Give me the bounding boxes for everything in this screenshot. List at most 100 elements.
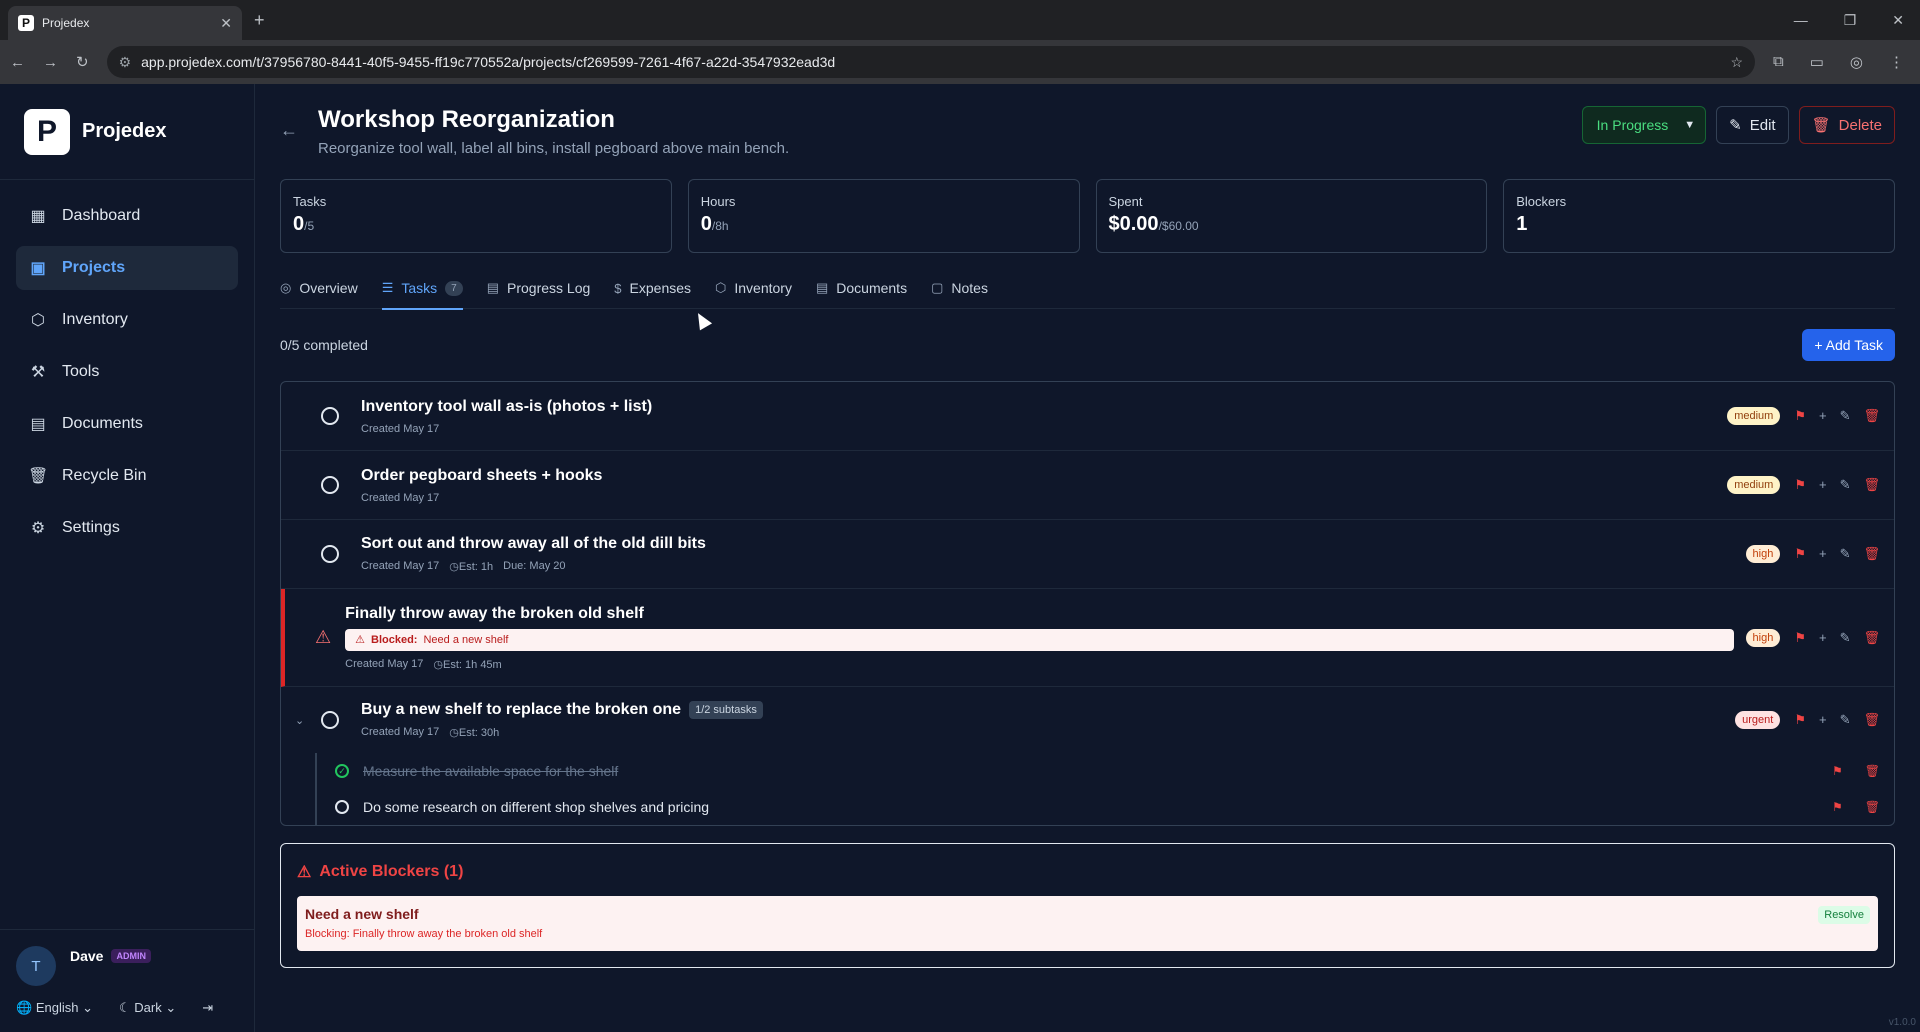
task-row[interactable]: ⌄ Buy a new shelf to replace the broken … <box>281 687 1894 753</box>
sidebar-item-dashboard[interactable]: ▦ Dashboard <box>16 194 238 238</box>
completion-count: 0/5 completed <box>280 337 368 353</box>
theme-select[interactable]: ☾ Dark ⌄ <box>119 1000 176 1016</box>
address-bar[interactable]: ⚙ app.projedex.com/t/37956780-8441-40f5-… <box>106 46 1755 78</box>
stat-number: $0.00 <box>1108 213 1159 235</box>
close-tab-icon[interactable]: ✕ <box>220 15 232 32</box>
stat-number: 1 <box>1516 213 1528 235</box>
pencil-icon[interactable]: ✎ <box>1840 477 1851 493</box>
add-subtask-icon[interactable]: + <box>1819 408 1827 424</box>
brand[interactable]: P Projedex <box>0 84 254 180</box>
blocker-name: Need a new shelf <box>305 906 419 922</box>
tab-inventory[interactable]: ⬡ Inventory <box>715 267 792 309</box>
tab-documents[interactable]: ▤ Documents <box>816 267 907 309</box>
browser-menu-icon[interactable]: ⋮ <box>1889 53 1904 71</box>
logout-icon[interactable]: ⇥ <box>202 1000 213 1016</box>
browser-tab[interactable]: P Projedex ✕ <box>8 6 242 40</box>
task-checkbox[interactable] <box>321 407 339 425</box>
back-arrow-icon[interactable]: ← <box>280 120 298 141</box>
trash-icon[interactable]: 🗑 <box>1863 408 1880 424</box>
tab-expenses[interactable]: $ Expenses <box>614 267 691 309</box>
pencil-icon[interactable]: ✎ <box>1840 712 1851 728</box>
pencil-icon[interactable]: ✎ <box>1840 546 1851 562</box>
profile-icon[interactable]: ◎ <box>1850 53 1863 71</box>
tab-search-icon[interactable]: ▭ <box>1810 53 1824 71</box>
task-row-blocked[interactable]: ⚠ Finally throw away the broken old shel… <box>281 589 1894 687</box>
browser-tab-strip: P Projedex ✕ + — ❐ ✕ <box>0 0 1920 40</box>
user-profile[interactable]: T Dave ADMIN <box>16 946 238 986</box>
stat-value: 0/8h <box>701 213 1067 236</box>
back-arrow-icon[interactable]: ← <box>10 54 25 71</box>
footer-controls: 🌐 English ⌄ ☾ Dark ⌄ ⇥ <box>16 1000 238 1016</box>
task-body: Inventory tool wall as-is (photos + list… <box>361 398 1727 435</box>
trash-icon[interactable]: 🗑 <box>1863 630 1880 646</box>
stat-suffix: /$60.00 <box>1158 219 1199 233</box>
sidebar-item-projects[interactable]: ▣ Projects <box>16 246 238 290</box>
pencil-icon[interactable]: ✎ <box>1840 630 1851 646</box>
flag-icon[interactable]: ⚑ <box>1832 800 1843 814</box>
task-checkbox[interactable] <box>321 476 339 494</box>
task-checkbox[interactable] <box>321 711 339 729</box>
tab-overview[interactable]: ◎ Overview <box>280 267 358 309</box>
extensions-icon[interactable]: ⧉ <box>1773 53 1784 71</box>
task-row[interactable]: Inventory tool wall as-is (photos + list… <box>281 382 1894 451</box>
priority-badge: high <box>1745 545 1781 563</box>
add-subtask-icon[interactable]: + <box>1819 546 1827 562</box>
flag-icon[interactable]: ⚑ <box>1794 408 1806 424</box>
add-task-button[interactable]: + Add Task <box>1802 329 1895 361</box>
estimate-text: Est: 1h <box>458 561 494 573</box>
reload-icon[interactable]: ↻ <box>76 53 89 71</box>
add-subtask-icon[interactable]: + <box>1819 712 1827 728</box>
stat-value: 1 <box>1516 213 1882 236</box>
delete-button[interactable]: 🗑 Delete <box>1798 106 1895 144</box>
bookmark-star-icon[interactable]: ☆ <box>1730 54 1743 71</box>
flag-icon[interactable]: ⚑ <box>1794 477 1806 493</box>
tab-tasks[interactable]: ☰ Tasks 7 <box>381 267 463 310</box>
subtask-row[interactable]: ✓ Measure the available space for the sh… <box>317 753 1894 789</box>
stat-value: $0.00/$60.00 <box>1109 213 1475 236</box>
new-tab-icon[interactable]: + <box>254 10 265 31</box>
trash-icon[interactable]: 🗑 <box>1863 546 1880 562</box>
sidebar-item-inventory[interactable]: ⬡ Inventory <box>16 298 238 342</box>
sidebar-item-settings[interactable]: ⚙ Settings <box>16 506 238 550</box>
forward-arrow-icon[interactable]: → <box>43 54 58 71</box>
window-controls: — ❐ ✕ <box>1794 12 1920 29</box>
task-estimate: ◷Est: 1h 45m <box>433 658 501 671</box>
language-select[interactable]: 🌐 English ⌄ <box>16 1000 93 1016</box>
trash-icon[interactable]: 🗑 <box>1863 477 1880 493</box>
task-checkbox[interactable] <box>321 545 339 563</box>
add-subtask-icon[interactable]: + <box>1819 630 1827 646</box>
add-subtask-icon[interactable]: + <box>1819 477 1827 493</box>
chevron-down-icon[interactable]: ⌄ <box>295 714 304 727</box>
task-row[interactable]: Sort out and throw away all of the old d… <box>281 520 1894 589</box>
sidebar-item-documents[interactable]: ▤ Documents <box>16 402 238 446</box>
stat-spent: Spent $0.00/$60.00 <box>1095 179 1488 253</box>
resolve-button[interactable]: Resolve <box>1818 906 1870 924</box>
flag-icon[interactable]: ⚑ <box>1794 630 1806 646</box>
tab-progress-log[interactable]: ▤ Progress Log <box>487 267 591 309</box>
trash-icon[interactable]: 🗑 <box>1863 712 1880 728</box>
close-window-icon[interactable]: ✕ <box>1892 12 1904 29</box>
task-title: Finally throw away the broken old shelf <box>345 604 644 622</box>
minimize-icon[interactable]: — <box>1794 12 1808 29</box>
box-icon: ⬡ <box>715 280 727 295</box>
tab-notes[interactable]: ▢ Notes <box>931 267 988 309</box>
site-info-icon[interactable]: ⚙ <box>119 54 132 71</box>
check-icon[interactable]: ✓ <box>335 764 349 778</box>
flag-icon[interactable]: ⚑ <box>1832 764 1843 778</box>
edit-button[interactable]: ✎ Edit <box>1716 106 1789 144</box>
trash-icon[interactable]: 🗑 <box>1865 764 1880 778</box>
status-select[interactable]: In Progress ▼ <box>1581 106 1707 144</box>
trash-icon[interactable]: 🗑 <box>1865 800 1880 814</box>
list-icon: ☰ <box>381 280 394 295</box>
flag-icon[interactable]: ⚑ <box>1794 712 1806 728</box>
flag-icon[interactable]: ⚑ <box>1794 546 1806 562</box>
sidebar-item-recycle-bin[interactable]: 🗑 Recycle Bin <box>16 454 238 498</box>
sidebar-item-tools[interactable]: ⚒ Tools <box>16 350 238 394</box>
restore-icon[interactable]: ❐ <box>1844 12 1857 29</box>
task-row[interactable]: Order pegboard sheets + hooks Created Ma… <box>281 451 1894 520</box>
subtask-row[interactable]: Do some research on different shop shelv… <box>317 789 1894 825</box>
task-toolbar: 0/5 completed + Add Task <box>280 309 1895 381</box>
task-estimate: ◷Est: 1h <box>449 560 493 573</box>
subtask-checkbox[interactable] <box>335 800 349 814</box>
pencil-icon[interactable]: ✎ <box>1840 408 1851 424</box>
